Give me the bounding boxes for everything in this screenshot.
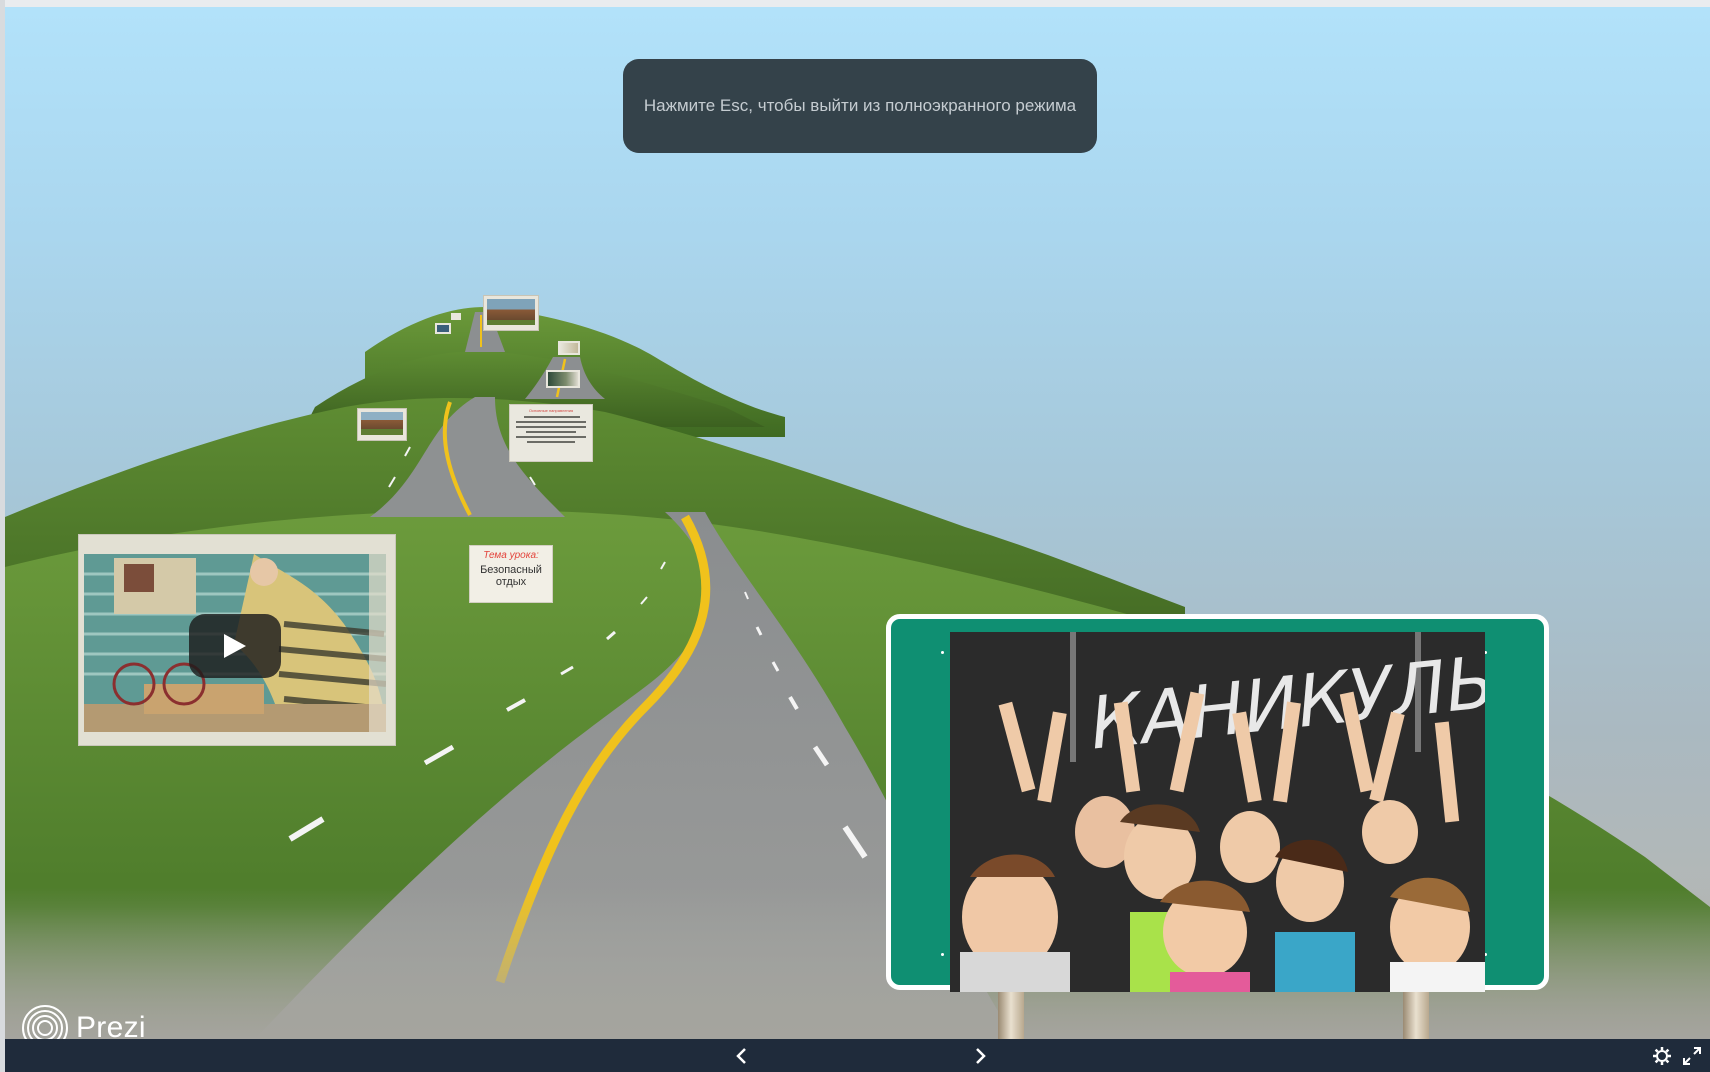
thumbnail-tiny-3[interactable]	[558, 341, 580, 355]
next-step-button[interactable]	[963, 1039, 997, 1072]
topic-card[interactable]: Тема урока: Безопасный отдых	[469, 545, 553, 603]
settings-button[interactable]	[1645, 1039, 1679, 1072]
info-card-line	[527, 441, 575, 443]
chevron-right-icon	[976, 1047, 986, 1064]
thumbnail-house-far[interactable]	[483, 295, 539, 331]
chevron-left-icon	[736, 1047, 746, 1064]
info-card-line	[524, 416, 580, 418]
topic-card-title: Тема урока:	[483, 550, 539, 561]
gear-icon	[1653, 1046, 1671, 1065]
window-top-strip	[0, 0, 1710, 7]
info-card-title: Основные направления	[528, 408, 574, 413]
info-card-line	[516, 421, 586, 423]
billboard-dot	[941, 651, 944, 654]
exit-fullscreen-button[interactable]	[1675, 1039, 1709, 1072]
billboard-dot	[941, 953, 944, 956]
previous-step-button[interactable]	[725, 1039, 759, 1072]
thumbnail-tiny-2[interactable]	[451, 313, 461, 320]
billboard-post-left	[998, 990, 1024, 1039]
info-card[interactable]: Основные направления	[509, 404, 593, 462]
info-card-line	[526, 431, 576, 433]
info-card-line	[516, 426, 586, 428]
toast-message: Нажмите Esc, чтобы выйти из полноэкранно…	[643, 96, 1077, 115]
billboard-post-right	[1403, 990, 1429, 1039]
play-button[interactable]	[189, 614, 281, 678]
thumbnail-house-mid[interactable]	[357, 408, 407, 441]
billboard-photo[interactable]: КАНИКУЛЫ!	[950, 632, 1485, 992]
presentation-control-bar	[5, 1039, 1710, 1072]
thumbnail-tiny-1[interactable]	[435, 323, 451, 334]
thumbnail-tiny-4[interactable]	[546, 370, 580, 388]
topic-card-text: Безопасный отдых	[480, 564, 542, 588]
fullscreen-exit-toast: Нажмите Esc, чтобы выйти из полноэкранно…	[623, 59, 1097, 153]
play-icon	[224, 634, 246, 658]
exit-fullscreen-icon	[1683, 1046, 1701, 1065]
info-card-line	[516, 436, 586, 438]
